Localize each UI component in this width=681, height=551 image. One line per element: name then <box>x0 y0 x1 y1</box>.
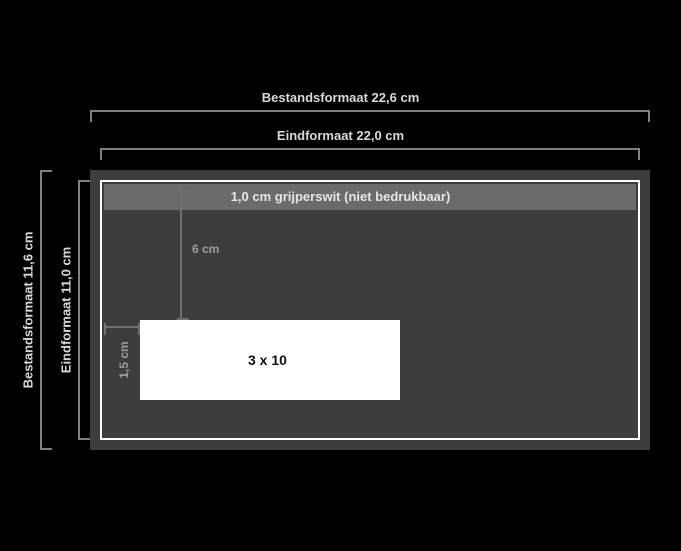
trim-format-height-label: Eindformaat 11,0 cm <box>59 247 74 373</box>
trim-format-width-bracket <box>100 148 640 160</box>
gripper-label: 1,0 cm grijperswit (niet bedrukbaar) <box>231 189 451 204</box>
file-format-height-label: Bestandsformaat 11,6 cm <box>21 232 36 389</box>
dim-1-5cm-label: 1,5 cm <box>117 341 131 378</box>
window-size-label: 3 x 10 <box>248 352 287 368</box>
file-format-width-bracket <box>90 110 650 122</box>
file-format-height-bracket <box>40 170 52 450</box>
dim-6cm-line <box>180 184 182 320</box>
file-format-width-label: Bestandsformaat 22,6 cm <box>262 90 420 105</box>
dim-6cm-label: 6 cm <box>192 242 219 256</box>
trim-format-width-label: Eindformaat 22,0 cm <box>277 128 404 143</box>
diagram-stage: Bestandsformaat 22,6 cm Eindformaat 22,0… <box>0 0 681 551</box>
dim-1-5cm-line <box>104 326 140 328</box>
trim-format-height-bracket <box>78 180 90 440</box>
